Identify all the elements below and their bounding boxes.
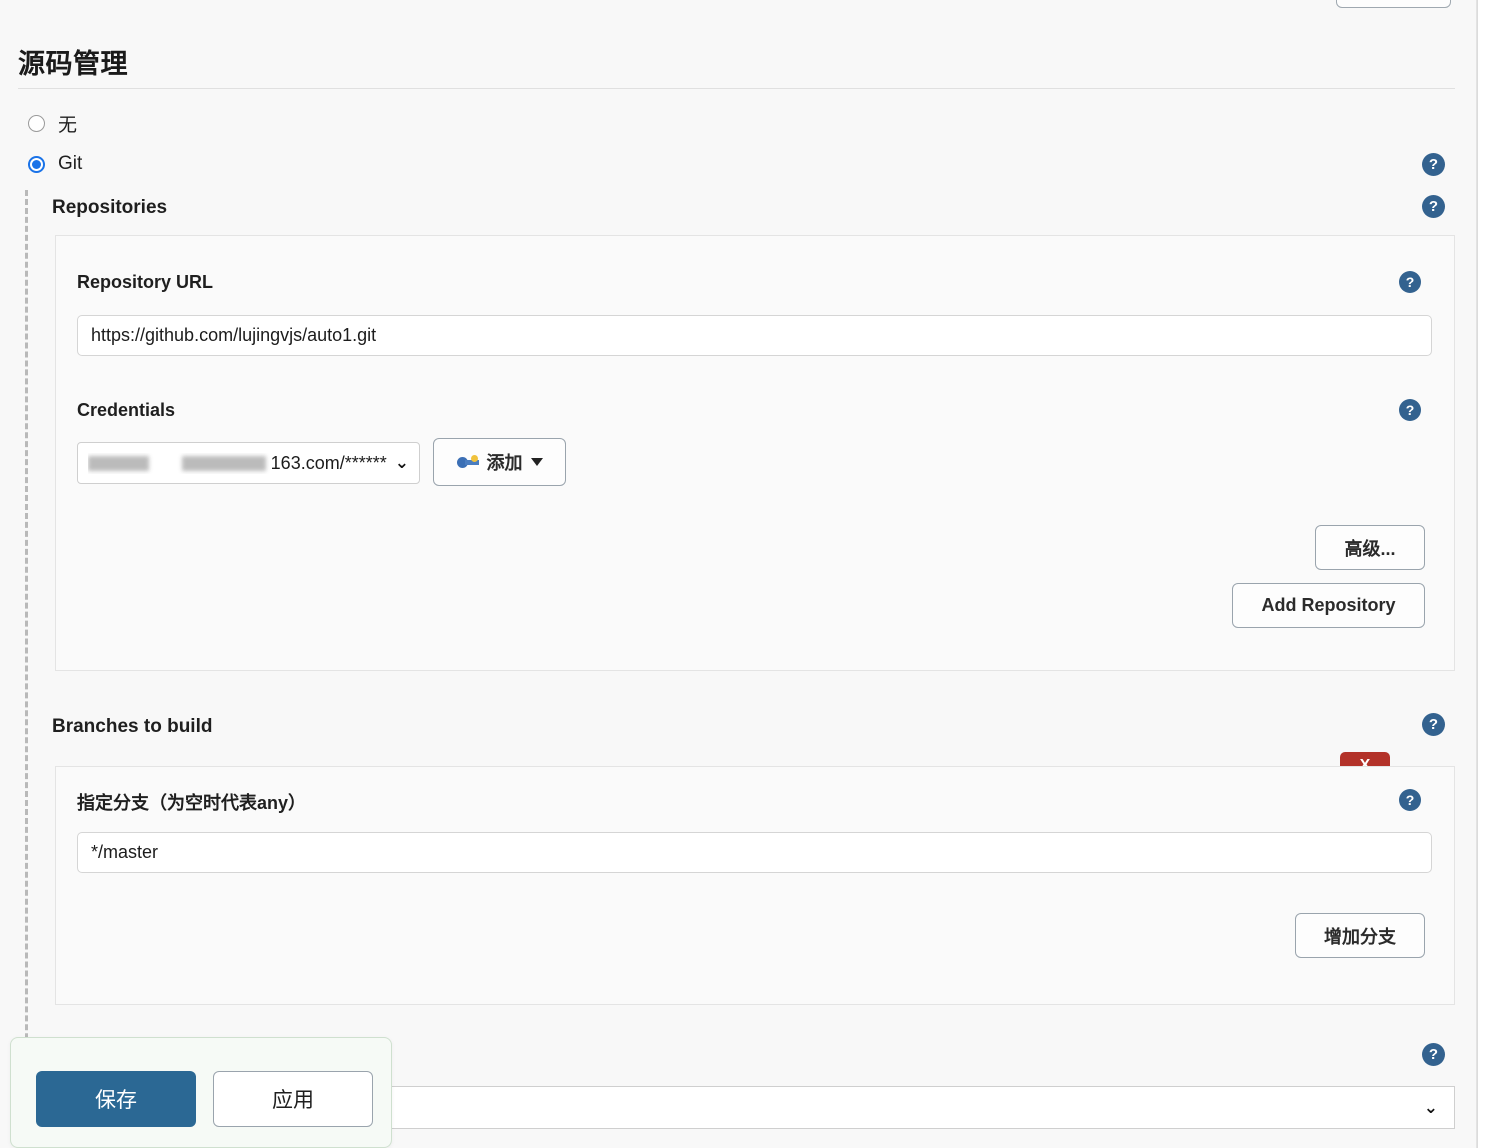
credentials-label: Credentials: [77, 400, 176, 420]
help-icon-branch-specifier[interactable]: ?: [1399, 789, 1421, 811]
key-icon: [456, 455, 479, 469]
save-action-bar: 保存 应用: [10, 1037, 392, 1148]
page-title: 源码管理: [18, 49, 128, 79]
branch-panel: 指定分支（为空时代表any） ? 增加分支: [55, 766, 1455, 1005]
credentials-select-value: 163.com/******: [88, 453, 387, 474]
repository-panel: Repository URL ? Credentials ? 163.com/*…: [55, 235, 1455, 671]
title-divider: [18, 88, 1455, 89]
radio-git[interactable]: [28, 155, 45, 173]
add-credentials-button[interactable]: 添加: [433, 438, 566, 486]
advanced-button[interactable]: 高级...: [1315, 525, 1425, 570]
branch-specifier-input[interactable]: [77, 832, 1432, 873]
scm-option-none[interactable]: 无: [28, 110, 77, 137]
help-icon-credentials[interactable]: ?: [1399, 399, 1421, 421]
scm-option-git-label: Git: [58, 153, 83, 174]
help-icon-repository-browser[interactable]: ?: [1422, 1043, 1445, 1066]
vertical-scrollbar[interactable]: [1477, 0, 1500, 1148]
add-credentials-label: 添加: [486, 453, 523, 473]
save-button[interactable]: 保存: [36, 1071, 196, 1127]
scm-option-git[interactable]: Git: [28, 153, 82, 175]
nesting-guide: [25, 190, 28, 1120]
chevron-down-icon: ⌄: [394, 453, 409, 472]
repository-url-input[interactable]: [77, 315, 1432, 356]
caret-down-icon: [530, 458, 543, 466]
chevron-down-icon: ⌄: [1423, 1097, 1438, 1117]
add-branch-button[interactable]: 增加分支: [1295, 913, 1425, 958]
scm-option-none-label: 无: [58, 115, 78, 136]
help-icon-branches[interactable]: ?: [1422, 713, 1445, 736]
branch-specifier-label: 指定分支（为空时代表any）: [77, 793, 307, 813]
help-icon-repositories[interactable]: ?: [1422, 195, 1445, 218]
credentials-visible-text: 163.com/******: [270, 452, 387, 473]
credentials-select[interactable]: 163.com/****** ⌄: [77, 442, 420, 484]
apply-button[interactable]: 应用: [213, 1071, 373, 1127]
repositories-label: Repositories: [52, 197, 168, 218]
help-icon-repository-url[interactable]: ?: [1399, 271, 1421, 293]
redacted-text-block: [181, 455, 266, 471]
scm-configuration-page: 源码管理 无 Git ? Repositories ? Repository U…: [0, 0, 1477, 1148]
help-icon-git[interactable]: ?: [1422, 153, 1445, 176]
offscreen-button-top[interactable]: [1336, 0, 1451, 8]
branches-label: Branches to build: [52, 716, 213, 737]
repository-url-label: Repository URL: [77, 272, 214, 292]
radio-none[interactable]: [28, 115, 45, 132]
redacted-text-block: [88, 455, 149, 471]
add-repository-button[interactable]: Add Repository: [1232, 583, 1425, 628]
